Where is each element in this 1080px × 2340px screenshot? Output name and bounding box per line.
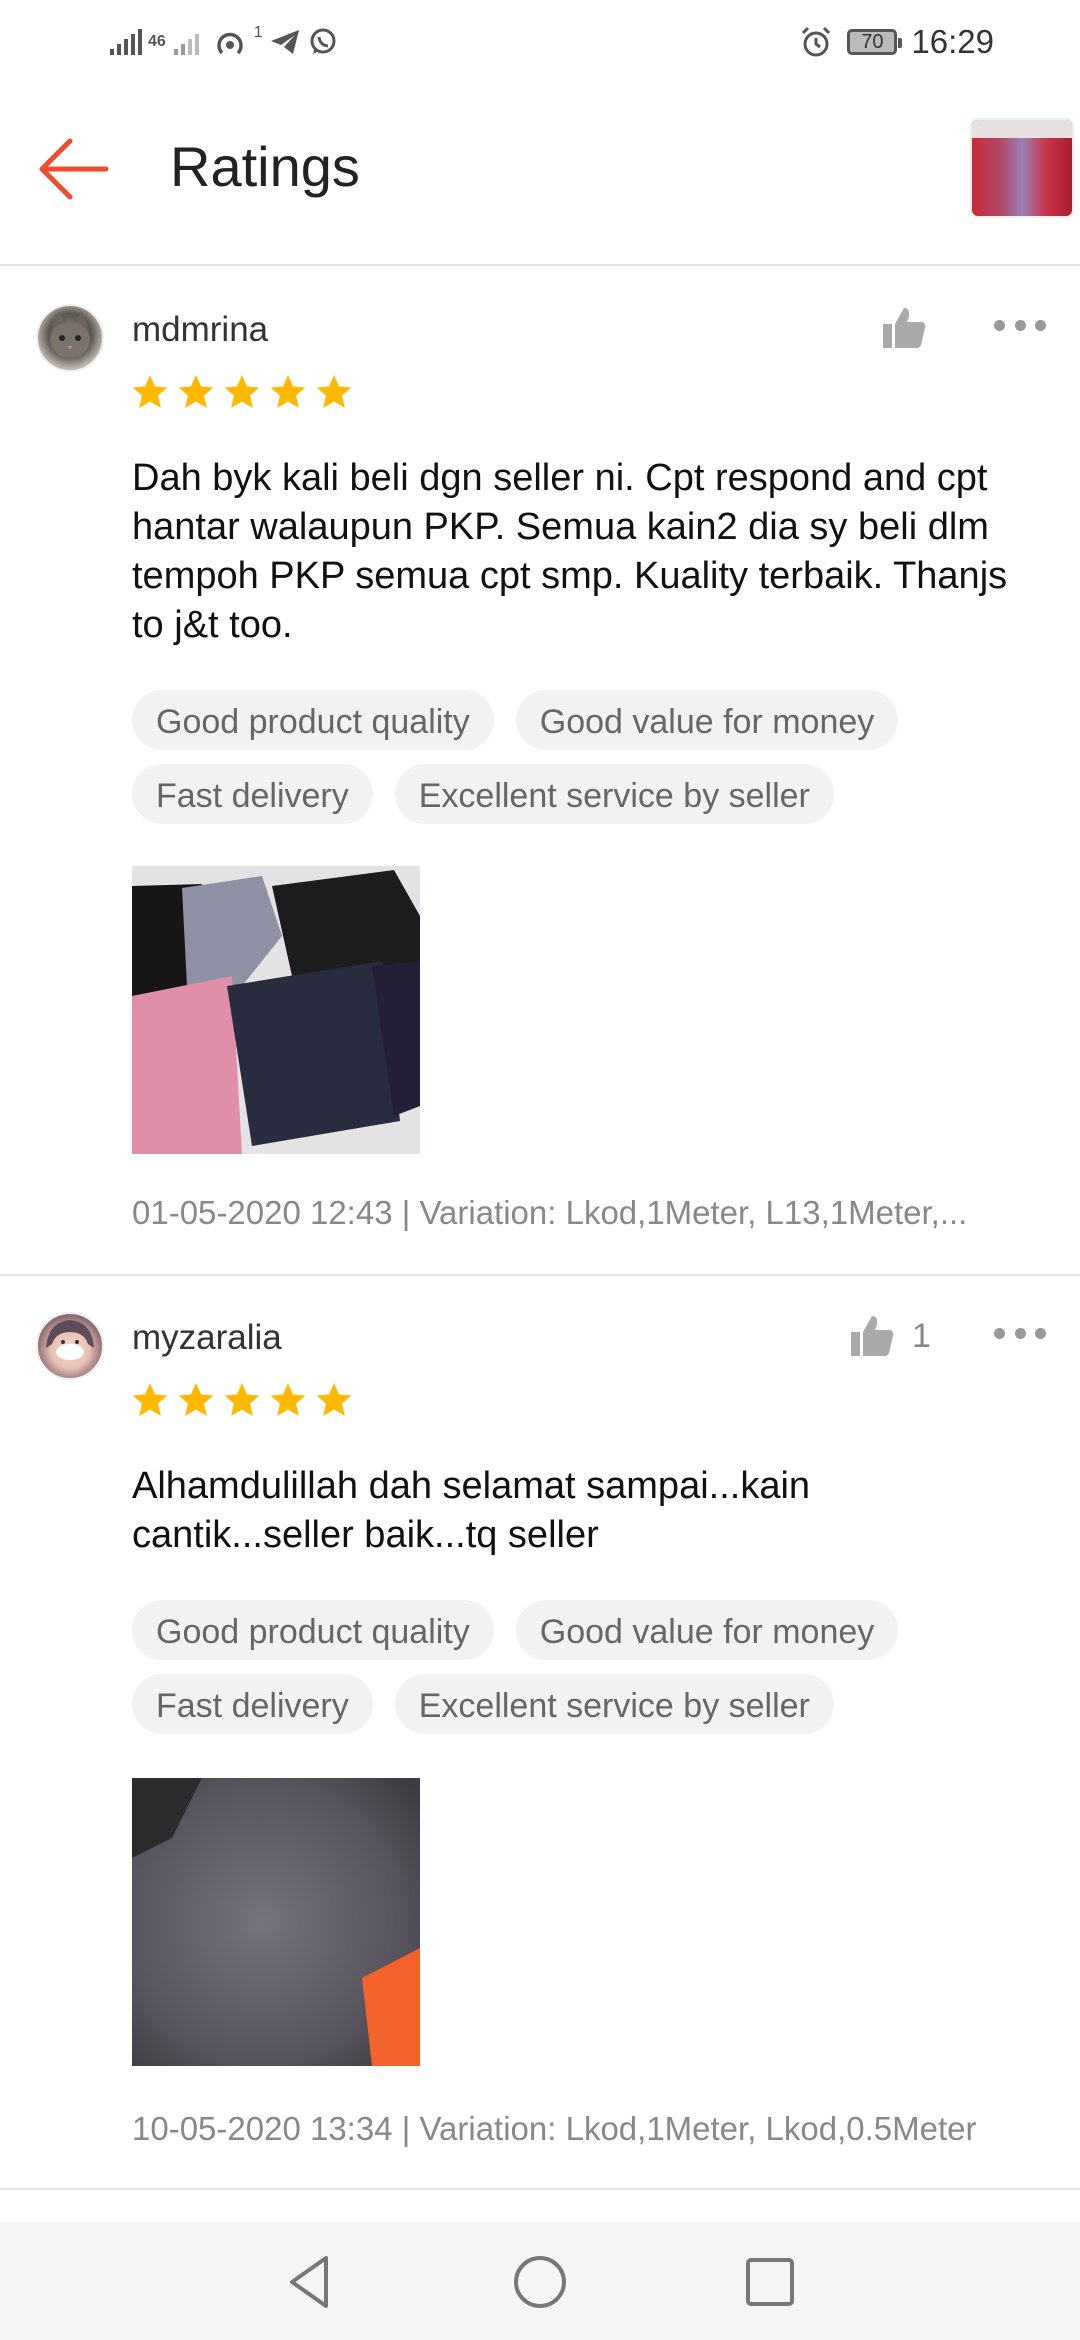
review-tag: Good value for money: [515, 690, 899, 750]
app-header: Ratings: [0, 84, 1080, 266]
notification-count: 1: [253, 24, 263, 41]
review-item: myzaralia 1 Alhamdulillah dah selamat sa…: [0, 1276, 1080, 2188]
hotspot-icon: [217, 32, 243, 55]
review-divider: [0, 2188, 1080, 2190]
review-meta: 01-05-2020 12:43 | Variation: Lkod,1Mete…: [132, 1194, 968, 1231]
signal-secondary-icon: [173, 34, 199, 55]
telegram-icon: [270, 30, 299, 54]
review-item: mdmrina Dah byk kali beli dgn seller ni.…: [0, 266, 1080, 1274]
more-options-button[interactable]: [994, 318, 1046, 332]
alarm-icon: [802, 26, 831, 57]
star-icon: [224, 1383, 260, 1416]
status-icons-left: 46 1: [108, 20, 339, 64]
dot-icon: [994, 1327, 1005, 1339]
dot-icon: [1035, 319, 1046, 331]
review-comment: Dah byk kali beli dgn seller ni. Cpt res…: [132, 457, 1008, 646]
cat-avatar-icon: [50, 312, 90, 358]
dot-icon: [1014, 1327, 1026, 1339]
fabric-photo-image: [132, 1778, 420, 2066]
like-button[interactable]: 1: [848, 1312, 931, 1360]
like-button[interactable]: [880, 304, 928, 352]
network-type-label: 46: [148, 33, 166, 50]
review-meta: 10-05-2020 13:34 | Variation: Lkod,1Mete…: [132, 2110, 977, 2147]
person-avatar-icon: [46, 1320, 94, 1360]
star-icon: [270, 1383, 306, 1416]
avatar[interactable]: [36, 1312, 104, 1380]
status-bar: 46 1 70 16:29: [0, 0, 1080, 84]
review-tag: Fast delivery: [132, 764, 373, 824]
back-arrow-icon[interactable]: [36, 130, 114, 208]
review-tag: Good product quality: [132, 1600, 494, 1660]
dot-icon: [1014, 319, 1026, 331]
product-thumbnail[interactable]: [970, 118, 1074, 218]
star-icon: [178, 1383, 214, 1416]
review-comment: Alhamdulillah dah selamat sampai...kain …: [132, 1465, 811, 1556]
status-icons-right: 70 16:29: [799, 20, 994, 64]
review-tag: Good value for money: [515, 1600, 899, 1660]
star-icon: [316, 1383, 352, 1416]
nav-home-icon[interactable]: [510, 2252, 570, 2312]
star-icon: [178, 375, 214, 408]
review-photo[interactable]: [132, 866, 420, 1154]
star-icon: [270, 375, 306, 408]
review-tags: Good product quality Good value for mone…: [132, 690, 1032, 824]
star-icon: [316, 375, 352, 408]
avatar[interactable]: [36, 304, 104, 372]
signal-icon: [110, 29, 142, 55]
review-tag: Excellent service by seller: [394, 1674, 834, 1734]
clock: 16:29: [911, 23, 994, 60]
like-count: 1: [912, 1316, 931, 1355]
reviewer-name[interactable]: mdmrina: [132, 310, 268, 350]
fabric-photo-image: [132, 866, 420, 1154]
star-rating: [130, 1380, 354, 1420]
dot-icon: [994, 319, 1005, 331]
review-tag: Good product quality: [132, 690, 494, 750]
more-options-button[interactable]: [994, 1326, 1046, 1340]
review-tags: Good product quality Good value for mone…: [132, 1600, 1032, 1734]
battery-level: 70: [861, 30, 884, 53]
review-photo[interactable]: [132, 1778, 420, 2066]
whatsapp-icon: [310, 28, 336, 54]
system-nav-bar: [0, 2222, 1080, 2340]
dot-icon: [1035, 1327, 1046, 1339]
battery-icon: 70: [847, 29, 903, 55]
star-icon: [224, 375, 260, 408]
review-tag: Fast delivery: [132, 1674, 373, 1734]
thumbs-up-icon: [851, 1316, 894, 1356]
star-icon: [132, 375, 168, 408]
page-title: Ratings: [170, 135, 360, 198]
star-icon: [132, 1383, 168, 1416]
nav-back-icon[interactable]: [280, 2252, 340, 2312]
star-rating: [130, 372, 354, 412]
nav-recents-icon[interactable]: [740, 2252, 800, 2312]
review-tag: Excellent service by seller: [394, 764, 834, 824]
reviewer-name[interactable]: myzaralia: [132, 1318, 282, 1358]
thumbs-up-icon: [883, 308, 926, 348]
